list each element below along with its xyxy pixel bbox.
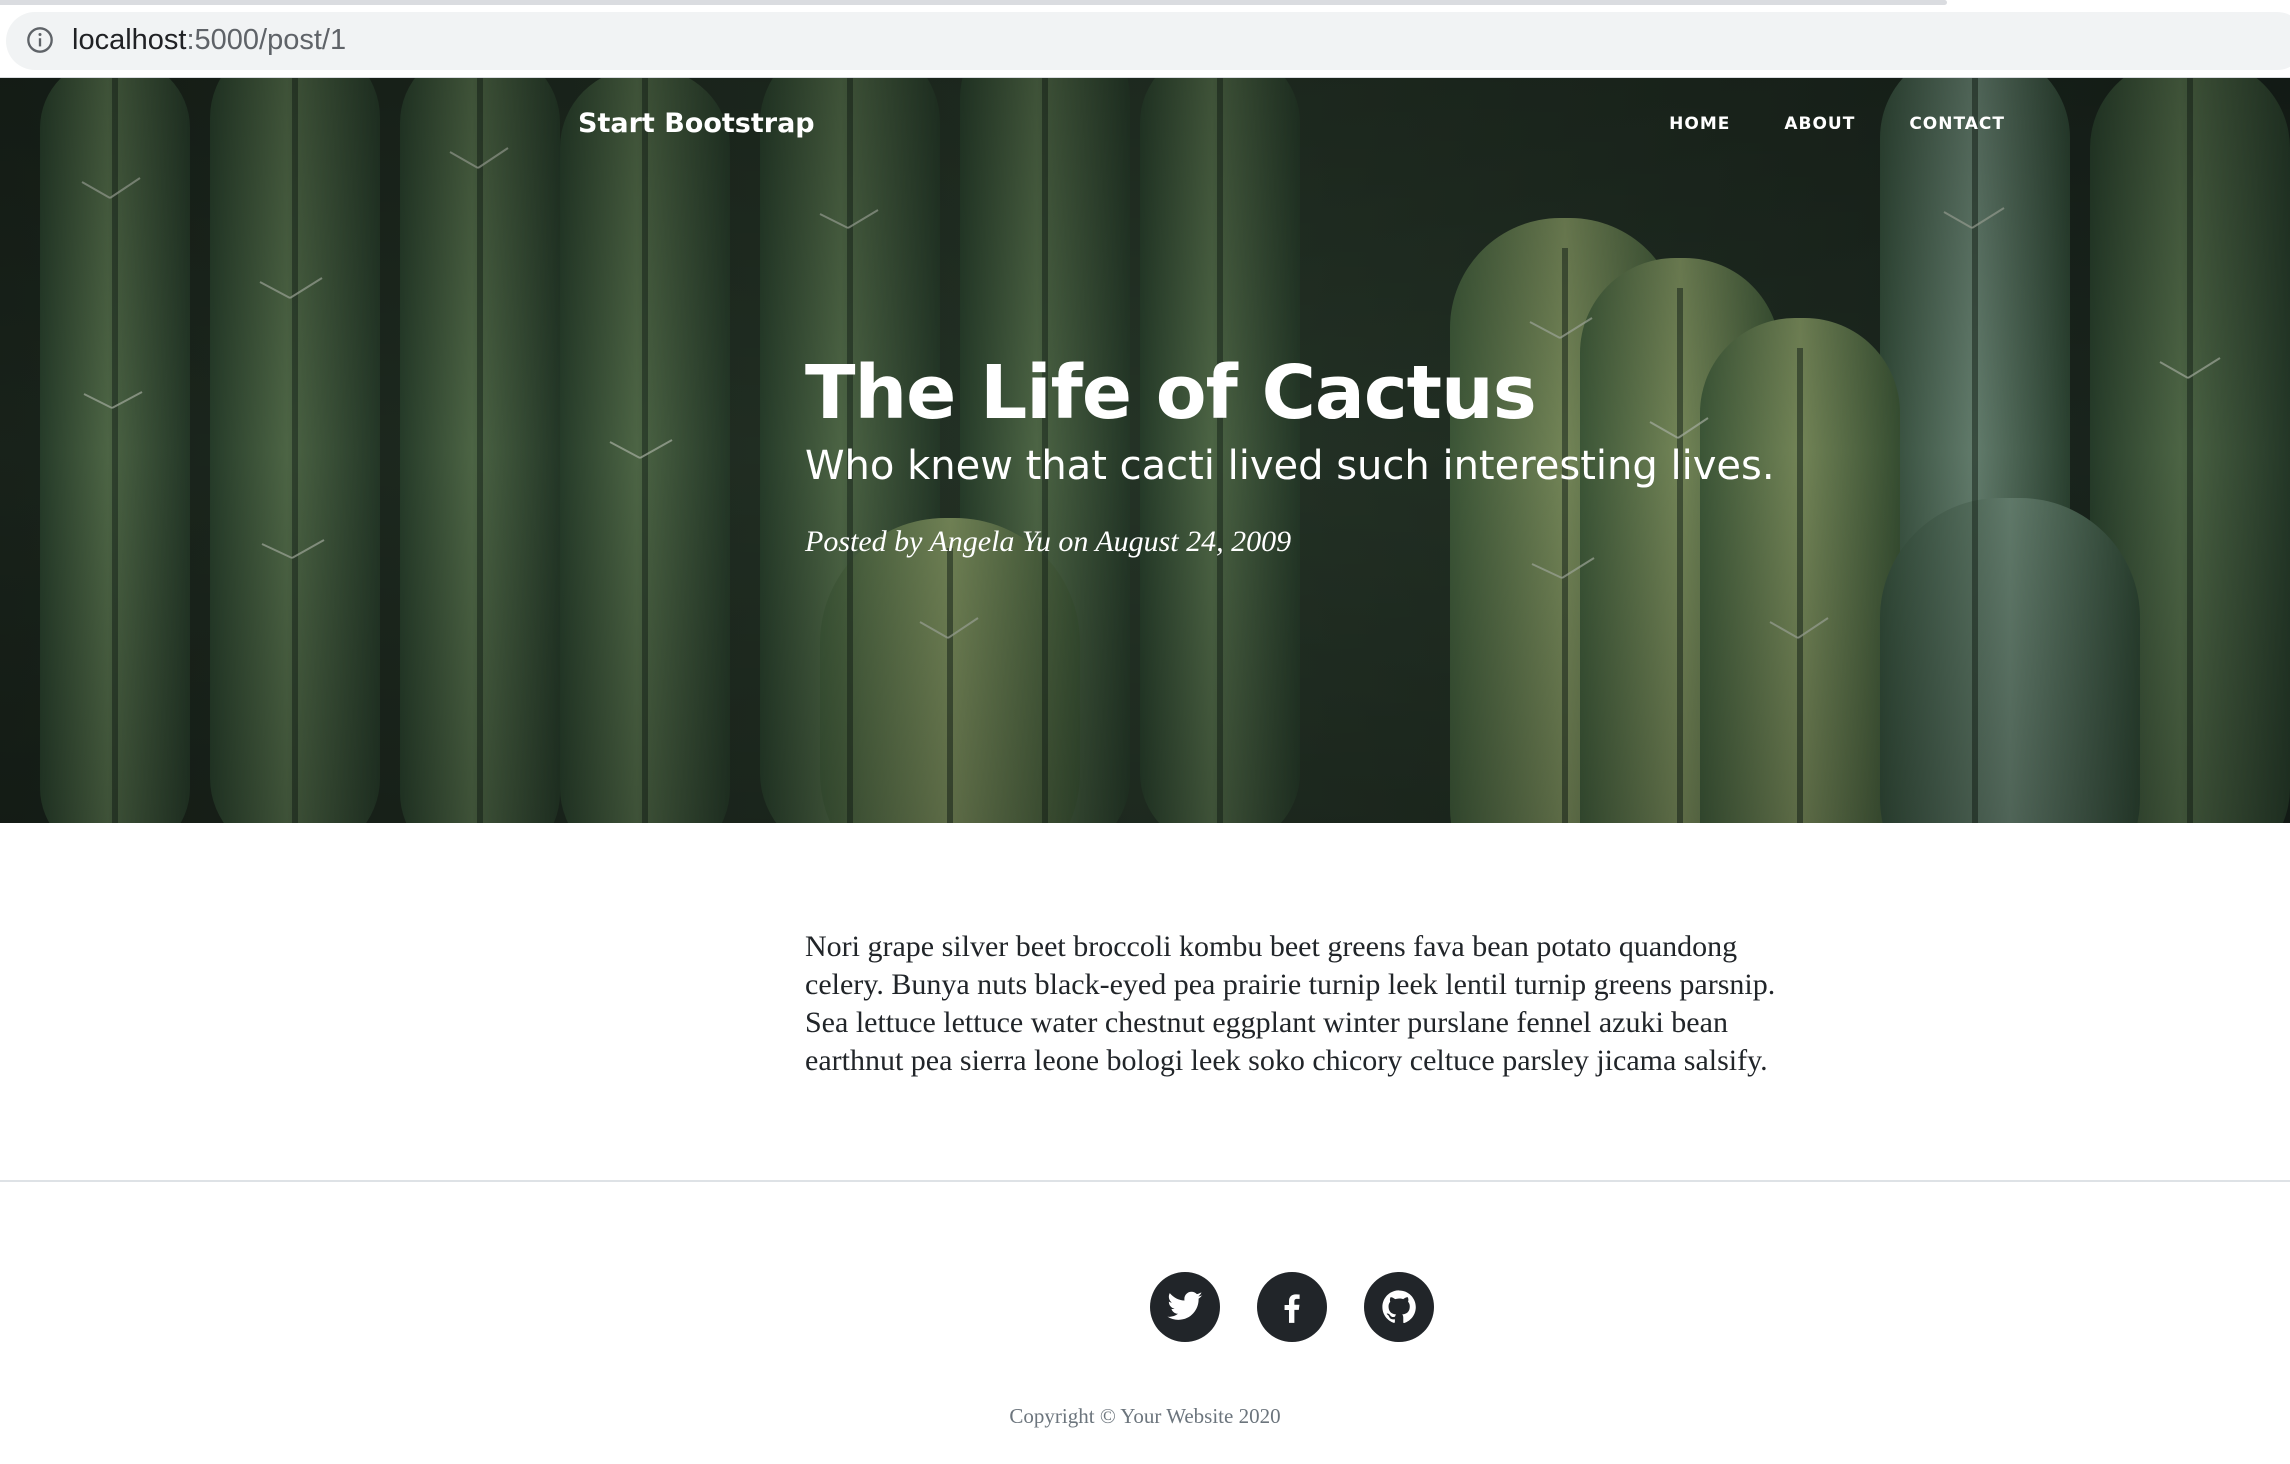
social-links bbox=[1150, 1272, 1434, 1342]
facebook-icon bbox=[1284, 1294, 1300, 1323]
nav-link-contact[interactable]: CONTACT bbox=[1909, 108, 2005, 140]
info-circle-icon[interactable] bbox=[26, 26, 54, 54]
url-path: :5000/post/1 bbox=[186, 24, 347, 56]
post-heading: The Life of Cactus Who knew that cacti l… bbox=[805, 348, 1805, 562]
copyright-text: Copyright © Your Website 2020 bbox=[1009, 1404, 1281, 1428]
page-load-progress-bar bbox=[0, 0, 1947, 5]
github-icon bbox=[1382, 1290, 1416, 1324]
footer-divider bbox=[0, 1180, 2290, 1182]
nav-link-home[interactable]: HOME bbox=[1669, 108, 1730, 140]
nav-link-about[interactable]: ABOUT bbox=[1784, 108, 1855, 140]
post-body: Nori grape silver beet broccoli kombu be… bbox=[805, 928, 1785, 1080]
github-button[interactable] bbox=[1364, 1272, 1434, 1342]
navbar-brand[interactable]: Start Bootstrap bbox=[578, 102, 815, 146]
url-host: localhost bbox=[72, 24, 187, 56]
post-meta: Posted by Angela Yu on August 24, 2009 bbox=[805, 525, 1292, 558]
url-text[interactable]: localhost:5000/post/1 bbox=[72, 18, 346, 62]
facebook-button[interactable] bbox=[1257, 1272, 1327, 1342]
twitter-icon bbox=[1167, 1291, 1203, 1320]
twitter-button[interactable] bbox=[1150, 1272, 1220, 1342]
post-paragraph: Nori grape silver beet broccoli kombu be… bbox=[805, 930, 1776, 1077]
post-header: Start Bootstrap HOME ABOUT CONTACT The L… bbox=[0, 78, 2290, 823]
browser-address-bar: localhost:5000/post/1 bbox=[0, 0, 2290, 78]
post-subtitle: Who knew that cacti lived such interesti… bbox=[805, 443, 1775, 489]
url-bar[interactable] bbox=[6, 12, 2290, 70]
main-nav: HOME ABOUT CONTACT bbox=[1669, 108, 2005, 140]
post-title: The Life of Cactus bbox=[805, 350, 1537, 436]
